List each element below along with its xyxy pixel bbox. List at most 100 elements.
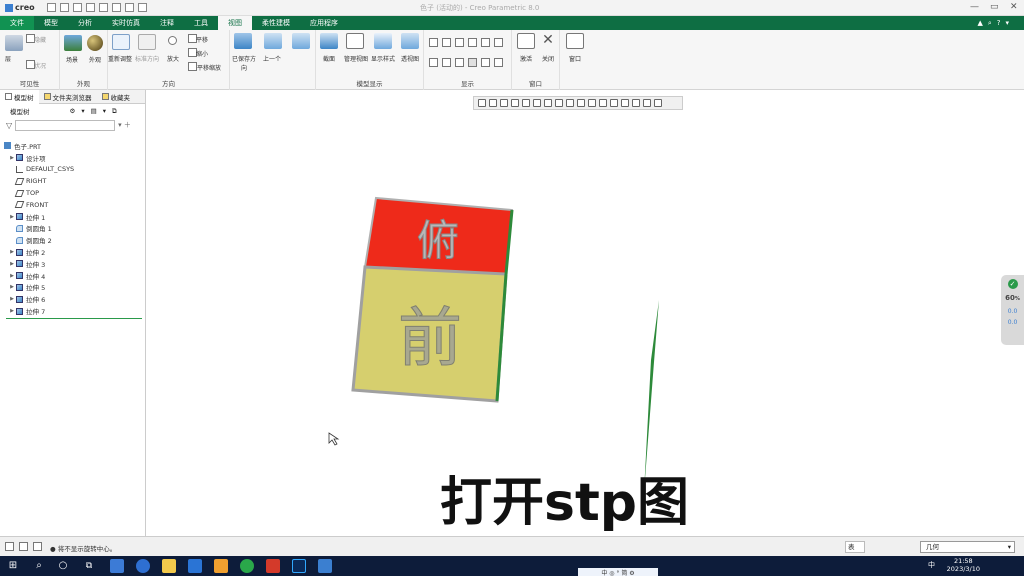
point-display-icon[interactable] bbox=[455, 38, 464, 47]
zoom-out-icon[interactable] bbox=[500, 99, 508, 107]
tree-item[interactable]: FRONT bbox=[0, 199, 146, 211]
display-style-icon[interactable] bbox=[374, 33, 392, 49]
display-style-icon[interactable] bbox=[566, 99, 574, 107]
search-icon[interactable]: ⌕ bbox=[32, 559, 46, 573]
cortana-icon[interactable]: ○ bbox=[56, 559, 70, 573]
appearance-icon[interactable] bbox=[87, 35, 103, 51]
status-dropdown[interactable]: 表 bbox=[845, 541, 865, 553]
pan-zoom-button[interactable]: 平移缩放 bbox=[194, 63, 224, 72]
tree-insert-indicator[interactable] bbox=[6, 318, 142, 319]
zoom-out-button[interactable]: 缩小 bbox=[192, 49, 212, 58]
close-window-icon[interactable] bbox=[137, 3, 147, 12]
expand-arrow-icon[interactable]: ▶ bbox=[8, 273, 16, 279]
save-icon[interactable] bbox=[72, 3, 82, 12]
help-icons[interactable]: ▲⌕?▾ bbox=[977, 19, 1014, 28]
manage-views-icon[interactable] bbox=[346, 33, 364, 49]
tab-applications[interactable]: 应用程序 bbox=[300, 16, 348, 30]
scene-icon[interactable] bbox=[64, 35, 82, 51]
expand-arrow-icon[interactable]: ▶ bbox=[8, 284, 16, 290]
annotation-display-icon[interactable] bbox=[632, 99, 640, 107]
manage-views-button[interactable]: 管理视图 bbox=[341, 54, 371, 63]
tab-tools[interactable]: 工具 bbox=[184, 16, 218, 30]
tree-item[interactable]: ▶ 拉伸 7 bbox=[0, 305, 146, 317]
tab-view[interactable]: 视图 bbox=[218, 16, 252, 30]
axis-display-icon[interactable] bbox=[588, 99, 596, 107]
repaint-icon[interactable] bbox=[511, 99, 519, 107]
show-all-icon[interactable] bbox=[654, 99, 662, 107]
ime-toolbar[interactable]: 中 ◎ ° 简 ⚙ bbox=[578, 568, 658, 576]
windows-button[interactable]: 窗口 bbox=[560, 54, 590, 63]
plane-display-icon[interactable] bbox=[577, 99, 585, 107]
csys-tag-icon[interactable] bbox=[468, 58, 477, 67]
perspective-icon[interactable] bbox=[401, 33, 419, 49]
windows-icon[interactable] bbox=[124, 3, 134, 12]
point-tag-icon[interactable] bbox=[455, 58, 464, 67]
section-button[interactable]: 截面 bbox=[314, 54, 344, 63]
minimize-icon[interactable]: — bbox=[970, 2, 979, 12]
pause-icon[interactable] bbox=[643, 99, 651, 107]
tree-item[interactable]: 倒圆角 1 bbox=[0, 223, 146, 235]
csys-display-icon[interactable] bbox=[610, 99, 618, 107]
plane-tag-icon[interactable] bbox=[429, 58, 438, 67]
expand-arrow-icon[interactable]: ▶ bbox=[8, 249, 16, 255]
axis-tag-icon[interactable] bbox=[442, 58, 451, 67]
perspective-icon[interactable] bbox=[555, 99, 563, 107]
performance-widget[interactable]: ✓ 60% 0.0 0.0 bbox=[1001, 275, 1024, 345]
tree-item[interactable]: 倒圆角 2 bbox=[0, 234, 146, 246]
tree-item[interactable]: ▶ 拉伸 1 bbox=[0, 211, 146, 223]
close-button[interactable]: 关闭 bbox=[533, 54, 563, 63]
full-screen-icon[interactable] bbox=[33, 542, 42, 551]
perspective-button[interactable]: 透视图 bbox=[395, 54, 425, 63]
tree-settings-icons[interactable]: ⚙▾▤▾⧉ bbox=[70, 107, 123, 116]
windows-icon[interactable] bbox=[566, 33, 584, 49]
file-explorer-icon[interactable] bbox=[162, 559, 176, 573]
spin-center-display-icon[interactable] bbox=[494, 38, 503, 47]
selection-filter-select[interactable]: 几何 ▾ bbox=[920, 541, 1015, 553]
expand-arrow-icon[interactable]: ▶ bbox=[8, 214, 16, 220]
csys-display-icon[interactable] bbox=[468, 38, 477, 47]
layers-button[interactable]: 层 bbox=[0, 54, 18, 63]
tab-annotate[interactable]: 注释 bbox=[150, 16, 184, 30]
creo-taskbar-icon[interactable] bbox=[318, 559, 332, 573]
toggle-browser-icon[interactable] bbox=[19, 542, 28, 551]
close-window-icon[interactable]: ✕ bbox=[539, 33, 557, 49]
hide-button[interactable]: 隐藏 bbox=[30, 35, 50, 44]
zoom-in-icon[interactable] bbox=[168, 36, 177, 45]
more-display-icon[interactable] bbox=[494, 58, 503, 67]
activate-icon[interactable] bbox=[517, 33, 535, 49]
windows-start-icon[interactable]: ⊞ bbox=[6, 559, 20, 573]
saved-orientations-icon[interactable] bbox=[234, 33, 252, 49]
view-manager-icon[interactable] bbox=[544, 99, 552, 107]
zoom-in-button[interactable]: 放大 bbox=[158, 54, 188, 63]
edge-icon[interactable] bbox=[110, 559, 124, 573]
section-icon[interactable] bbox=[320, 33, 338, 49]
ime-indicator[interactable]: 中 bbox=[928, 560, 935, 570]
pan-button[interactable]: 平移 bbox=[192, 35, 212, 44]
tree-item[interactable]: DEFAULT_CSYS bbox=[0, 164, 146, 176]
tree-item[interactable]: 色子.PRT bbox=[0, 140, 146, 152]
expand-arrow-icon[interactable]: ▶ bbox=[8, 155, 16, 161]
tree-item[interactable]: ▶ 拉伸 5 bbox=[0, 282, 146, 294]
store-icon[interactable] bbox=[188, 559, 202, 573]
photoshop-icon[interactable] bbox=[292, 559, 306, 573]
tree-item[interactable]: ▶ 拉伸 3 bbox=[0, 258, 146, 270]
axis-display-icon[interactable] bbox=[442, 38, 451, 47]
taskbar-clock[interactable]: 21:58 2023/3/10 bbox=[947, 557, 980, 573]
annotation-display-icon[interactable] bbox=[481, 38, 490, 47]
zoom-in-icon[interactable] bbox=[489, 99, 497, 107]
saved-orientations-button[interactable]: 已保存方向 bbox=[230, 54, 258, 72]
point-display-icon[interactable] bbox=[599, 99, 607, 107]
tab-live-simulation[interactable]: 实时仿真 bbox=[102, 16, 150, 30]
new-file-icon[interactable] bbox=[46, 3, 56, 12]
previous-icon[interactable] bbox=[264, 33, 282, 49]
tab-model-tree[interactable]: 模型树 bbox=[0, 89, 39, 104]
wps-icon[interactable] bbox=[266, 559, 280, 573]
tab-model[interactable]: 模型 bbox=[34, 16, 68, 30]
tab-favorites[interactable]: 收藏夹 bbox=[97, 90, 136, 104]
tab-file[interactable]: 文件 bbox=[0, 16, 34, 30]
saved-orientations-icon[interactable] bbox=[533, 99, 541, 107]
expand-arrow-icon[interactable]: ▶ bbox=[8, 308, 16, 314]
tab-flexible-modeling[interactable]: 柔性建模 bbox=[252, 16, 300, 30]
display-style-button[interactable]: 显示样式 bbox=[368, 54, 398, 63]
spin-center-icon[interactable] bbox=[621, 99, 629, 107]
